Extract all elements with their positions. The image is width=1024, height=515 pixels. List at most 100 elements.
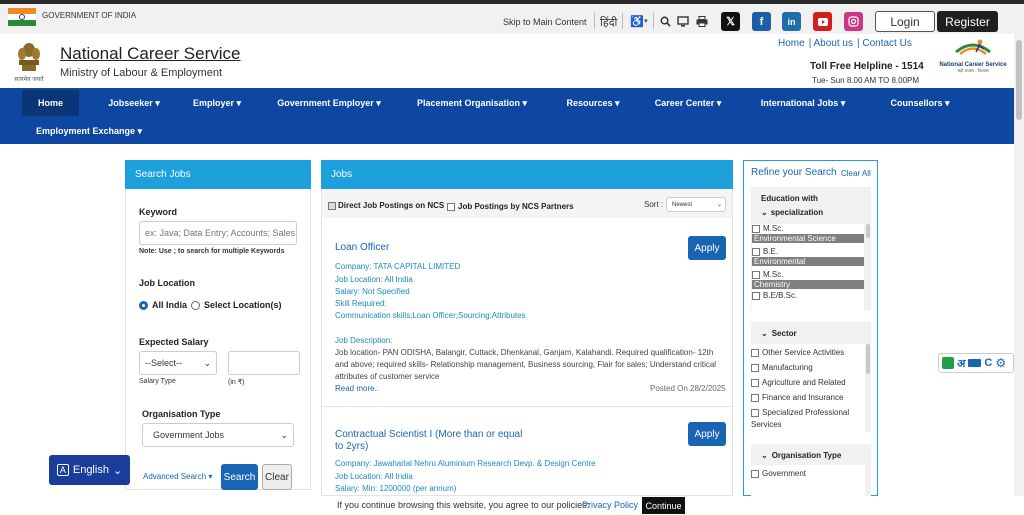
nav-resources[interactable]: Resources ▾ <box>558 90 628 116</box>
site-title[interactable]: National Career Service <box>60 44 240 64</box>
list-item[interactable]: Manufacturing <box>751 363 865 372</box>
divider <box>653 13 654 29</box>
nav-employer[interactable]: Employer ▾ <box>185 90 249 116</box>
sector-scrollbar[interactable] <box>866 344 870 374</box>
organisation-type-label: Organisation Type <box>142 409 221 419</box>
youtube-icon[interactable] <box>813 12 832 31</box>
checkbox-icon[interactable] <box>751 469 759 478</box>
job-company: Company: TATA CAPITAL LIMITED <box>335 262 461 271</box>
expected-salary-label: Expected Salary <box>139 337 209 347</box>
keyboard-icon[interactable] <box>968 359 982 367</box>
accessibility-icon[interactable]: ♿ ▾ <box>628 13 650 29</box>
hindi-link[interactable]: हिंदी <box>600 15 617 30</box>
checkbox-icon[interactable] <box>751 348 759 357</box>
apply-button[interactable]: Apply <box>688 422 726 446</box>
list-item[interactable]: Government <box>751 469 865 478</box>
nav-counsellors[interactable]: Counsellors ▾ <box>874 90 966 116</box>
sitemap-icon[interactable] <box>676 13 690 29</box>
job-location-label: Job Location <box>139 278 195 288</box>
skip-to-main-link[interactable]: Skip to Main Content <box>503 17 587 27</box>
salary-amount-input[interactable] <box>228 351 300 375</box>
ncs-logo[interactable]: National Career Service सही अवसर - विश्व… <box>938 36 1008 80</box>
direct-postings-filter[interactable]: Direct Job Postings on NCS <box>328 201 444 210</box>
checkbox-icon[interactable] <box>752 224 760 233</box>
page-scrollbar-thumb[interactable] <box>1016 40 1022 120</box>
organisation-type-select[interactable]: Government Jobs ⌄ <box>142 423 294 447</box>
checkbox-icon[interactable] <box>751 393 759 402</box>
list-item[interactable]: Agriculture and Related <box>751 378 865 387</box>
translate-widget[interactable]: अ C ⚙ <box>938 353 1014 373</box>
job-title-link[interactable]: Loan Officer <box>335 242 389 253</box>
search-icon[interactable] <box>658 13 672 29</box>
list-item[interactable]: M.Sc. <box>752 224 864 233</box>
contact-link[interactable]: | Contact Us <box>857 38 912 49</box>
checkbox-icon[interactable] <box>328 201 336 210</box>
specialization-label: Chemistry <box>752 280 864 289</box>
checkbox-icon[interactable] <box>752 291 760 300</box>
checkbox-icon[interactable] <box>751 378 759 387</box>
nav-international-jobs[interactable]: International Jobs ▾ <box>752 90 854 116</box>
facebook-icon[interactable]: f <box>752 12 771 31</box>
sort-select[interactable]: Newest ⌄ <box>666 197 726 212</box>
nav-jobseeker[interactable]: Jobseeker ▾ <box>94 90 174 116</box>
salary-type-caption: Salary Type <box>139 378 176 385</box>
education-scrollbar[interactable] <box>866 224 870 238</box>
language-selector[interactable]: A English ⌄ <box>49 455 130 485</box>
home-link[interactable]: Home <box>778 38 805 49</box>
select-location-label: Select Location(s) <box>204 300 282 310</box>
radio-icon[interactable] <box>191 300 200 310</box>
job-company: Company: Jawaharlal Nehru Aluminium Rese… <box>335 459 596 468</box>
nav-placement-organisation[interactable]: Placement Organisation ▾ <box>410 90 534 116</box>
education-facet-title: Education with <box>761 194 818 203</box>
all-india-radio[interactable]: All India <box>139 300 187 310</box>
nav-employment-exchange[interactable]: Employment Exchange ▾ <box>30 118 148 144</box>
translate-logo-icon <box>942 357 954 369</box>
education-list: M.Sc. Environmental Science B.E. Environ… <box>752 224 864 310</box>
login-button[interactable]: Login <box>875 11 935 32</box>
job-title-link-line2[interactable]: to 2yrs) <box>335 441 368 452</box>
checkbox-icon[interactable] <box>752 247 760 256</box>
list-item[interactable]: Finance and Insurance <box>751 393 865 402</box>
copy-icon[interactable]: C <box>984 357 992 369</box>
salary-unit-caption: (in ₹) <box>228 379 245 386</box>
job-title-link[interactable]: Contractual Scientist I (More than or eq… <box>335 429 522 440</box>
x-twitter-icon[interactable]: 𝕏 <box>721 12 740 31</box>
read-more-link[interactable]: Read more.. <box>335 384 379 393</box>
keyword-input[interactable] <box>139 221 297 245</box>
nav-government-employer[interactable]: Government Employer ▾ <box>270 90 388 116</box>
chevron-down-icon: ⌄ <box>716 202 722 208</box>
gear-icon[interactable]: ⚙ <box>995 356 1006 370</box>
list-item[interactable]: Other Service Activities <box>751 348 865 357</box>
print-icon[interactable] <box>695 13 709 29</box>
continue-button[interactable]: Continue <box>642 497 685 514</box>
list-item[interactable]: Specialized Professional <box>751 408 865 417</box>
list-item[interactable]: B.E. <box>752 247 864 256</box>
clear-all-link[interactable]: Clear All <box>841 169 871 178</box>
linkedin-icon[interactable]: in <box>782 12 801 31</box>
clear-button[interactable]: Clear <box>262 464 292 490</box>
radio-selected-icon[interactable] <box>139 300 148 310</box>
apply-button[interactable]: Apply <box>688 236 726 260</box>
checkbox-icon[interactable] <box>447 202 455 211</box>
register-button[interactable]: Register <box>937 11 998 32</box>
nav-home[interactable]: Home <box>22 90 79 116</box>
nav-career-center[interactable]: Career Center ▾ <box>648 90 728 116</box>
list-item[interactable]: B.E/B.Sc. <box>752 291 864 300</box>
sort-label: Sort : <box>644 200 664 209</box>
hindi-letter-icon[interactable]: अ <box>957 356 965 371</box>
keyword-label: Keyword <box>139 207 178 217</box>
checkbox-icon[interactable] <box>751 363 759 372</box>
select-location-radio[interactable]: Select Location(s) <box>191 300 282 310</box>
advanced-search-link[interactable]: Advanced Search ▾ <box>143 472 212 481</box>
checkbox-icon[interactable] <box>752 270 760 279</box>
search-button[interactable]: Search <box>221 464 258 490</box>
checkbox-icon[interactable] <box>751 408 759 417</box>
about-link[interactable]: | About us <box>809 38 853 49</box>
privacy-policy-link[interactable]: Privacy Policy <box>582 500 638 510</box>
list-item[interactable]: M.Sc. <box>752 270 864 279</box>
partner-postings-filter[interactable]: Job Postings by NCS Partners <box>447 202 574 211</box>
chevron-down-icon: ⌄ <box>761 451 768 460</box>
national-emblem-icon: सत्यमेव जयते <box>12 40 46 84</box>
salary-type-select[interactable]: --Select-- ⌄ <box>139 351 217 375</box>
instagram-icon[interactable] <box>844 12 863 31</box>
